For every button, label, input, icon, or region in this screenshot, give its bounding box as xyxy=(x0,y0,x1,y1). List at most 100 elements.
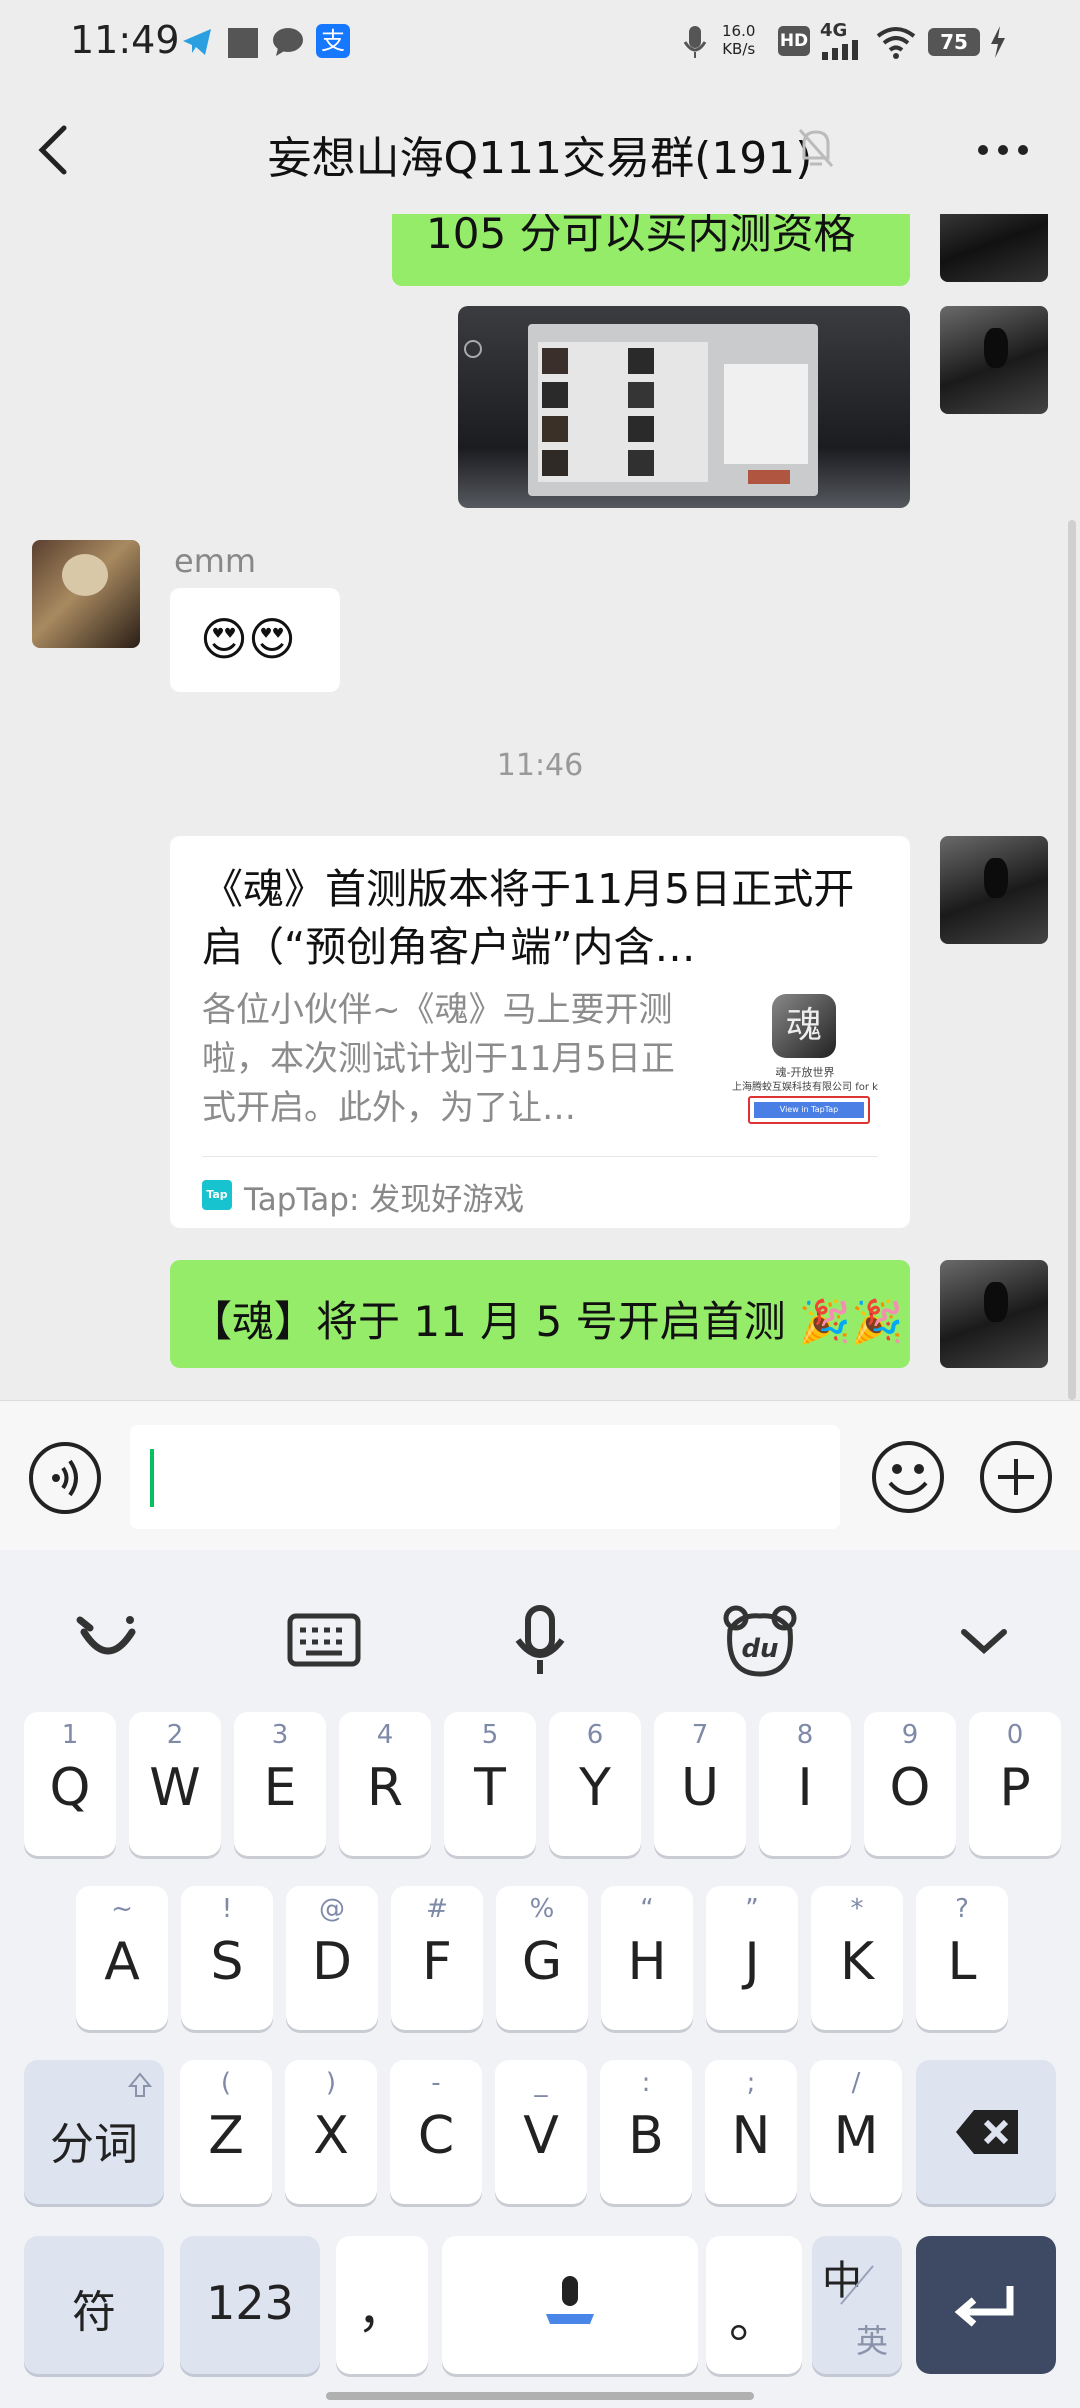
key-label: L xyxy=(947,1932,977,1992)
self-avatar[interactable] xyxy=(940,1260,1048,1368)
key-hint: ) xyxy=(325,2068,337,2098)
message-bubble[interactable]: 【魂】将于 11 月 5 号开启首测 🎉🎉 xyxy=(170,1260,910,1368)
key-hint: _ xyxy=(534,2068,548,2098)
key-label: G xyxy=(521,1932,563,1992)
key-t[interactable]: 5T xyxy=(444,1712,536,1856)
key-label: V xyxy=(523,2106,559,2166)
keyboard-layout-icon[interactable] xyxy=(274,1590,374,1690)
more-options-icon[interactable] xyxy=(976,142,1030,158)
home-indicator[interactable] xyxy=(326,2392,754,2400)
link-card-description: 各位小伙伴~《魂》马上要开测啦，本次测试计划于11月5日正式开启。此外，为了让… xyxy=(202,990,675,1128)
chat-scrollbar[interactable] xyxy=(1068,520,1076,1400)
key-w[interactable]: 2W xyxy=(129,1712,221,1856)
key-label: F xyxy=(422,1932,452,1992)
key-n[interactable]: ; N xyxy=(705,2060,797,2204)
link-card-title: 《魂》首测版本将于11月5日正式开启（“预创角客户端”内含… xyxy=(202,865,855,971)
key-x[interactable]: ) X xyxy=(285,2060,377,2204)
message-bubble-partial[interactable]: 105 分可以买内测资格 xyxy=(392,214,910,286)
key-label: P xyxy=(999,1758,1031,1818)
link-card-divider xyxy=(202,1156,878,1157)
status-time: 11:49 xyxy=(70,18,180,62)
baidu-du-icon[interactable]: du xyxy=(710,1590,810,1690)
message-text: 105 分可以买内测资格 xyxy=(426,214,856,258)
text-caret xyxy=(150,1449,154,1507)
key-hint: ? xyxy=(955,1894,969,1924)
key-c[interactable]: -C xyxy=(390,2060,482,2204)
sender-name: emm xyxy=(174,542,257,580)
word-segment-key[interactable]: 分词 xyxy=(24,2060,164,2204)
key-label: J xyxy=(744,1932,760,1992)
number-key[interactable]: 123 xyxy=(180,2236,320,2374)
key-j[interactable]: ” J xyxy=(706,1886,798,2030)
comma-key[interactable]: ， xyxy=(336,2236,428,2374)
link-card[interactable]: 《魂》首测版本将于11月5日正式开启（“预创角客户端”内含… 各位小伙伴~《魂》… xyxy=(170,836,910,1228)
key-label: S xyxy=(210,1932,244,1992)
member-avatar[interactable] xyxy=(32,540,140,648)
key-e[interactable]: 3E xyxy=(234,1712,326,1856)
charging-icon xyxy=(991,26,1005,58)
key-p[interactable]: 0P xyxy=(969,1712,1061,1856)
space-key[interactable] xyxy=(442,2236,698,2374)
key-hint: 4 xyxy=(376,1720,394,1750)
language-switch-key[interactable]: 中 英 xyxy=(812,2236,902,2374)
add-more-icon[interactable] xyxy=(978,1439,1054,1515)
key-label: B xyxy=(628,2106,664,2166)
period-key[interactable]: 。 xyxy=(706,2236,802,2374)
collapse-keyboard-icon[interactable] xyxy=(934,1590,1034,1690)
message-bubble[interactable]: 😍😍 xyxy=(170,588,340,692)
key-r[interactable]: 4R xyxy=(339,1712,431,1856)
key-s[interactable]: ! S xyxy=(181,1886,273,2030)
svg-text:du: du xyxy=(741,1634,778,1664)
key-label: X xyxy=(313,2106,349,2166)
net-speed: 16.0 KB/s xyxy=(722,22,756,58)
image-message[interactable] xyxy=(458,306,910,508)
self-avatar[interactable] xyxy=(940,214,1048,282)
key-b[interactable]: :B xyxy=(600,2060,692,2204)
key-label: E xyxy=(263,1758,297,1818)
message-input[interactable] xyxy=(130,1425,840,1529)
key-d[interactable]: @ D xyxy=(286,1886,378,2030)
key-q[interactable]: 1Q xyxy=(24,1712,116,1856)
message-text: 😍😍 xyxy=(200,612,296,666)
enter-icon xyxy=(954,2286,1014,2327)
message-input-bar xyxy=(0,1400,1080,1551)
enter-key[interactable] xyxy=(916,2236,1056,2374)
shift-arrow-icon xyxy=(128,2072,152,2097)
key-u[interactable]: 7U xyxy=(654,1712,746,1856)
key-a[interactable]: ~ A xyxy=(76,1886,168,2030)
key-z[interactable]: (Z xyxy=(180,2060,272,2204)
key-k[interactable]: * K xyxy=(811,1886,903,2030)
self-avatar[interactable] xyxy=(940,306,1048,414)
key-label: H xyxy=(627,1932,667,1992)
backspace-key[interactable] xyxy=(916,2060,1056,2204)
signal-icon xyxy=(822,40,858,60)
key-v[interactable]: _ V xyxy=(495,2060,587,2204)
key-m[interactable]: / M xyxy=(810,2060,902,2204)
keyboard-smile-icon[interactable] xyxy=(58,1590,158,1690)
key-g[interactable]: % G xyxy=(496,1886,588,2030)
voice-input-icon[interactable] xyxy=(28,1441,102,1515)
key-f[interactable]: # F xyxy=(391,1886,483,2030)
key-hint: ” xyxy=(745,1894,759,1924)
chat-header: 妄想山海Q111交易群(191) xyxy=(0,86,1080,215)
symbol-key[interactable]: 符 xyxy=(24,2236,164,2374)
mute-bell-icon xyxy=(798,129,834,167)
key-hint: : xyxy=(641,2068,651,2098)
key-i[interactable]: 8I xyxy=(759,1712,851,1856)
self-avatar[interactable] xyxy=(940,836,1048,944)
key-label: W xyxy=(149,1758,201,1818)
keyboard-mic-icon[interactable] xyxy=(490,1590,590,1690)
key-h[interactable]: “H xyxy=(601,1886,693,2030)
app-square-icon xyxy=(228,28,258,58)
key-o[interactable]: 9O xyxy=(864,1712,956,1856)
key-l[interactable]: ? L xyxy=(916,1886,1008,2030)
key-y[interactable]: 6Y xyxy=(549,1712,641,1856)
key-hint: 1 xyxy=(61,1720,79,1750)
key-hint: 5 xyxy=(481,1720,499,1750)
emoji-icon[interactable] xyxy=(870,1439,946,1515)
key-hint: # xyxy=(426,1894,448,1924)
chat-message-list[interactable]: 105 分可以买内测资格 emm 😍😍 11:46 《魂》首测版本将于11月5日… xyxy=(0,214,1080,1400)
game-icon: 魂 xyxy=(772,994,836,1058)
key-hint: / xyxy=(851,2068,861,2098)
key-hint: 6 xyxy=(586,1720,604,1750)
